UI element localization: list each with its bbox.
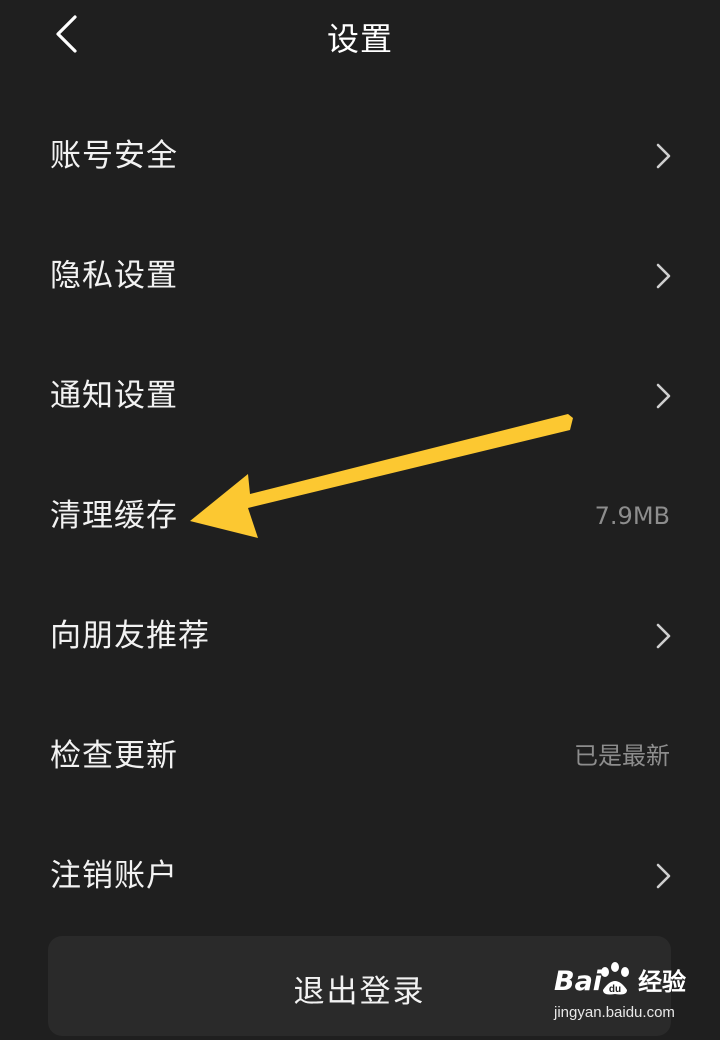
chevron-right-icon: [656, 383, 671, 409]
settings-item-delete-account[interactable]: 注销账户: [0, 816, 720, 936]
settings-item-account-security[interactable]: 账号安全: [0, 96, 720, 216]
chevron-right-icon: [656, 623, 671, 649]
page-title: 设置: [326, 20, 393, 58]
settings-item-recommend-to-friends[interactable]: 向朋友推荐: [0, 576, 720, 696]
top-bar: 设置: [0, 0, 720, 72]
cache-size-value: 7.9MB: [594, 502, 670, 530]
settings-item-label: 通知设置: [50, 378, 178, 414]
settings-item-label: 检查更新: [50, 738, 178, 774]
update-status-value: 已是最新: [574, 742, 670, 770]
settings-item-label: 清理缓存: [50, 498, 178, 534]
settings-item-label: 注销账户: [50, 858, 178, 894]
settings-item-privacy[interactable]: 隐私设置: [0, 216, 720, 336]
settings-item-notifications[interactable]: 通知设置: [0, 336, 720, 456]
settings-item-label: 隐私设置: [50, 258, 178, 294]
svg-text:du: du: [609, 984, 621, 995]
chevron-right-icon: [656, 863, 671, 889]
baidu-jingyan-watermark: Bai 经验 du jingyan.baidu.com: [548, 960, 708, 1030]
chevron-right-icon: [656, 263, 671, 289]
settings-item-clear-cache[interactable]: 清理缓存 7.9MB: [0, 456, 720, 576]
chevron-right-icon: [656, 143, 671, 169]
settings-item-label: 向朋友推荐: [50, 618, 210, 654]
settings-list: 账号安全 隐私设置 通知设置 清理缓存 7.9MB 向朋友推荐 检查更新 已是最…: [0, 96, 720, 936]
watermark-url: jingyan.baidu.com: [554, 1004, 675, 1021]
settings-item-label: 账号安全: [50, 138, 178, 174]
paw-icon: du: [601, 962, 629, 995]
settings-item-check-update[interactable]: 检查更新 已是最新: [0, 696, 720, 816]
